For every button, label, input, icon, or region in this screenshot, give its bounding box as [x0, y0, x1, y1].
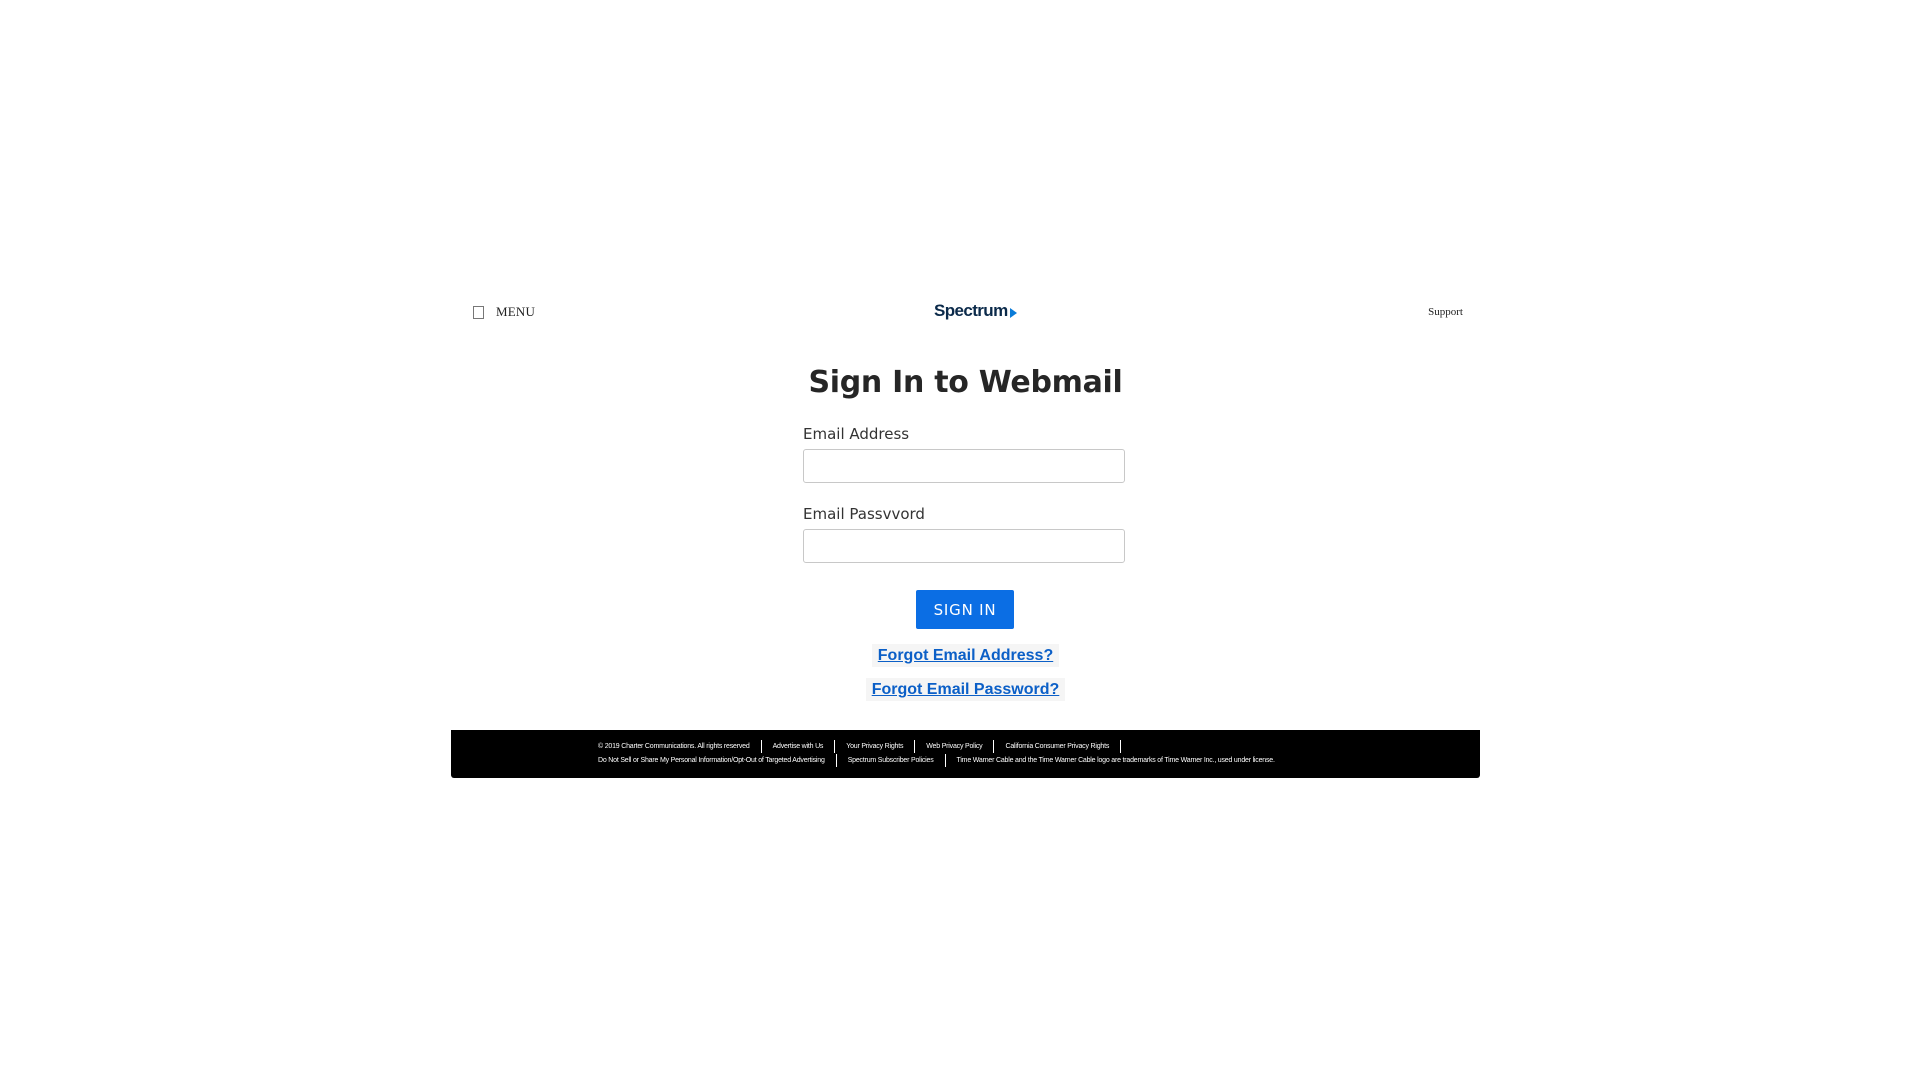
footer-link-subscriber-policies[interactable]: Spectrum Subscriber Policies — [837, 754, 946, 767]
footer-link-advertise[interactable]: Advertise with Us — [762, 740, 836, 753]
logo-arrow-icon — [1009, 307, 1017, 318]
page: MENU Spectrum Support Sign In to Webmail… — [0, 0, 1920, 1080]
password-input[interactable] — [803, 529, 1125, 563]
footer-link-do-not-sell[interactable]: Do Not Sell or Share My Personal Informa… — [598, 754, 837, 767]
trademark-text: Time Warner Cable and the Time Warner Ca… — [956, 757, 1275, 764]
footer: © 2019 Charter Communications. All right… — [451, 730, 1480, 778]
menu-label: MENU — [496, 304, 536, 319]
footer-row-1: © 2019 Charter Communications. All right… — [598, 740, 1122, 753]
forgot-email-link[interactable]: Forgot Email Address? — [871, 644, 1060, 667]
menu-button[interactable]: MENU — [473, 304, 535, 320]
sign-in-button[interactable]: SIGN IN — [916, 590, 1014, 629]
email-input[interactable] — [803, 449, 1125, 483]
copyright-text: © 2019 Charter Communications. All right… — [598, 740, 762, 753]
page-title: Sign In to Webmail — [808, 365, 1123, 400]
footer-link-privacy-rights[interactable]: Your Privacy Rights — [835, 740, 916, 753]
footer-row-2: Do Not Sell or Share My Personal Informa… — [598, 754, 1286, 767]
login-container: MENU Spectrum Support Sign In to Webmail… — [451, 296, 1480, 778]
menu-checkbox-icon[interactable] — [473, 305, 484, 319]
support-link[interactable]: Support — [1428, 306, 1463, 318]
email-label: Email Address — [803, 425, 910, 443]
forgot-password-row: Forgot Email Password? — [451, 678, 1480, 701]
forgot-password-link[interactable]: Forgot Email Password? — [865, 678, 1066, 701]
spectrum-logo[interactable]: Spectrum — [934, 301, 1017, 321]
password-label: Email Passvvord — [803, 505, 925, 523]
footer-link-web-privacy[interactable]: Web Privacy Policy — [915, 740, 995, 753]
forgot-email-row: Forgot Email Address? — [451, 644, 1480, 667]
logo-text: Spectrum — [934, 301, 1008, 320]
footer-link-california-privacy[interactable]: California Consumer Privacy Rights — [994, 740, 1122, 753]
header: MENU Spectrum Support — [451, 296, 1480, 332]
